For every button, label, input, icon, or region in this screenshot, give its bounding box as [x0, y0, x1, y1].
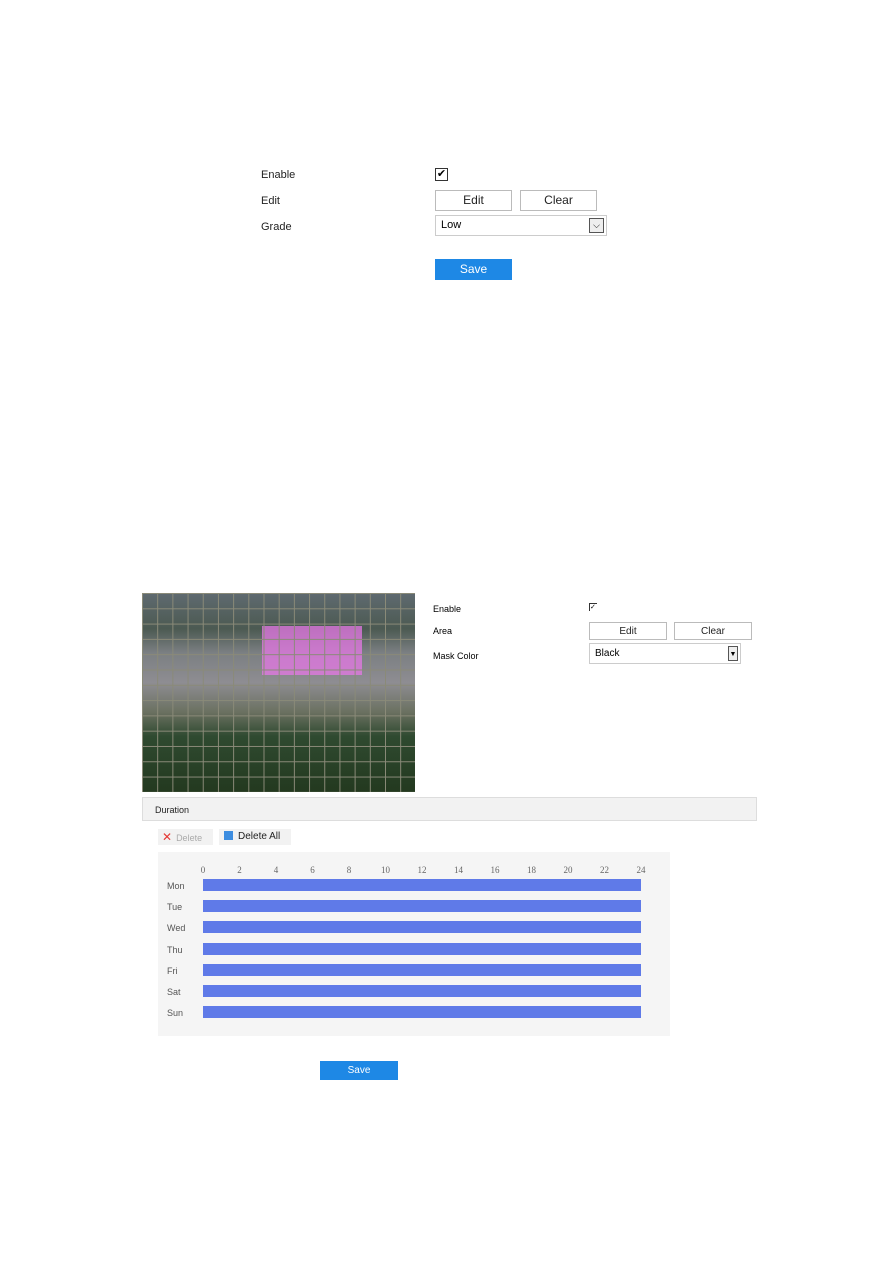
schedule-grid[interactable]: 0 2 4 6 8 10 12 14 16 18 20 22 24 Mon Tue Wed Thu Fri Sat S… [158, 852, 670, 1036]
camera-preview[interactable] [142, 593, 415, 792]
grade-select[interactable]: Low ⌵ [435, 215, 607, 236]
schedule-bar-fri[interactable] [203, 963, 641, 976]
mask-enable-label: Enable [433, 604, 462, 614]
hour-tick: 8 [346, 865, 352, 875]
hour-tick: 6 [310, 865, 315, 875]
hour-tick: 14 [454, 865, 463, 875]
save-button-top[interactable]: Save [435, 259, 512, 280]
day-label: Fri [167, 965, 178, 976]
page: Enable ✔ Edit Edit Clear Grade Low ⌵ Sav… [0, 0, 893, 1263]
hour-tick: 24 [636, 865, 646, 875]
schedule-bar-sat[interactable] [203, 985, 641, 997]
delete-button[interactable]: ✕ Delete [158, 829, 213, 845]
chevron-down-icon: ⌵ [589, 218, 604, 233]
grade-value: Low [441, 219, 462, 231]
dropdown-arrow-icon: ▼ [728, 646, 738, 661]
mask-color-value: Black [595, 648, 620, 659]
area-edit-button[interactable]: Edit [589, 622, 667, 640]
duration-header: Duration [142, 797, 757, 821]
edit-label: Edit [261, 195, 280, 207]
hour-tick: 10 [381, 865, 390, 875]
day-label: Wed [167, 923, 186, 934]
mask-enable-checkbox[interactable]: ✓ [589, 603, 597, 611]
delete-label: Delete [176, 833, 203, 843]
schedule-bar-thu[interactable] [203, 942, 641, 955]
schedule-bar-wed[interactable] [203, 921, 641, 934]
grade-label: Grade [261, 221, 292, 233]
enable-checkbox[interactable]: ✔ [435, 168, 448, 181]
schedule-bar-sun[interactable] [203, 1006, 641, 1019]
delete-all-button[interactable]: Delete All [219, 829, 291, 845]
hour-tick: 4 [273, 865, 279, 875]
hour-tick: 16 [490, 865, 500, 875]
clear-button[interactable]: Clear [520, 190, 597, 211]
hour-tick: 22 [600, 865, 609, 875]
enable-label: Enable [261, 169, 296, 181]
hour-tick: 18 [527, 865, 536, 875]
hour-tick: 20 [563, 865, 573, 875]
day-label: Sun [167, 1008, 184, 1019]
hour-tick: 2 [237, 865, 242, 875]
day-label: Tue [167, 902, 183, 913]
hour-tick: 12 [417, 865, 427, 875]
delete-all-label: Delete All [238, 831, 281, 842]
mask-color-select[interactable]: Black ▼ [589, 643, 741, 664]
edit-button[interactable]: Edit [435, 190, 512, 211]
save-button[interactable]: Save [320, 1061, 398, 1080]
schedule-bar-tue[interactable] [203, 900, 641, 913]
duration-title: Duration [155, 805, 190, 815]
day-label: Sat [167, 987, 181, 997]
area-clear-button[interactable]: Clear [674, 622, 752, 640]
area-label: Area [433, 626, 453, 636]
day-label: Thu [167, 944, 183, 955]
schedule-bar-mon[interactable] [203, 879, 641, 891]
mask-grid [142, 593, 415, 792]
close-icon: ✕ [162, 830, 173, 844]
hour-tick: 0 [200, 865, 206, 875]
trash-icon [224, 831, 233, 840]
mask-color-label: Mask Color [433, 651, 479, 661]
day-label: Mon [167, 881, 185, 891]
